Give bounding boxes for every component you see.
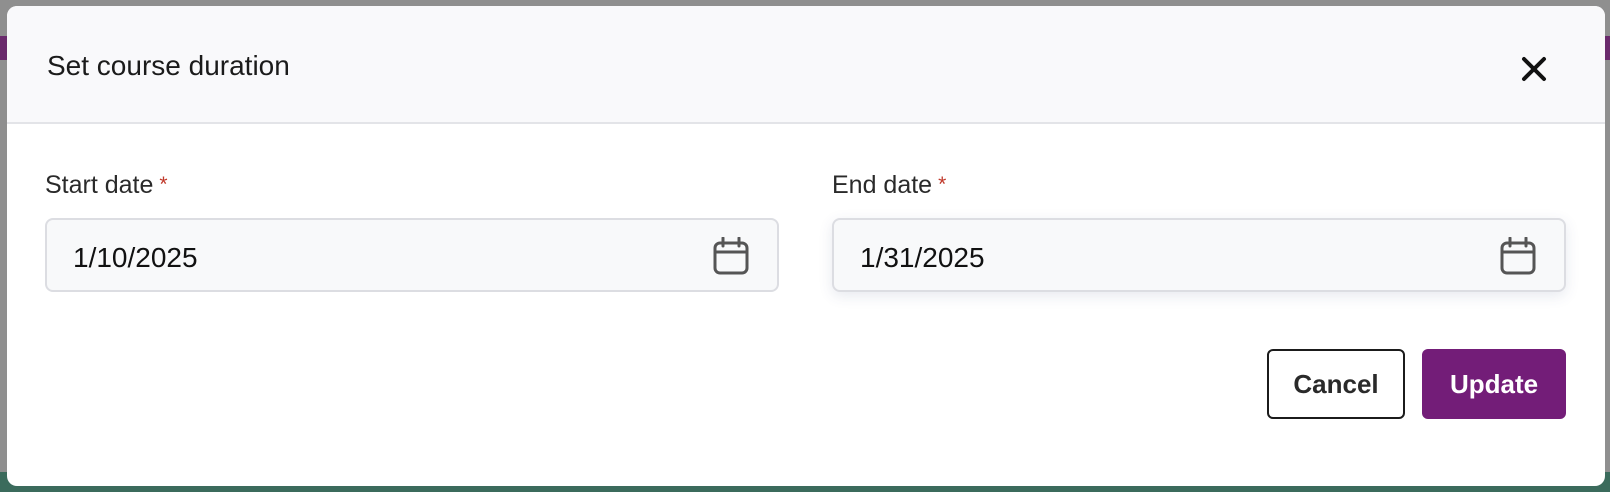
dialog-title: Set course duration	[47, 50, 290, 81]
end-date-input[interactable]: 1/31/2025	[832, 218, 1566, 292]
close-button[interactable]	[1515, 50, 1553, 88]
end-date-field: End date * 1/31/2025	[832, 171, 1566, 292]
update-button[interactable]: Update	[1422, 349, 1566, 419]
start-date-value: 1/10/2025	[73, 242, 198, 273]
required-marker: *	[938, 173, 947, 196]
required-marker: *	[159, 173, 168, 196]
start-date-label: Start date	[45, 171, 154, 199]
close-icon	[1522, 57, 1546, 81]
cancel-button[interactable]: Cancel	[1267, 349, 1405, 419]
calendar-icon[interactable]	[713, 237, 749, 275]
end-date-label-row: End date *	[832, 171, 1566, 200]
start-date-input[interactable]: 1/10/2025	[45, 218, 779, 292]
start-date-label-row: Start date *	[45, 171, 779, 200]
course-duration-dialog: Set course duration Start date * 1/10/202…	[7, 6, 1605, 486]
end-date-label: End date	[832, 171, 933, 199]
dialog-header: Set course duration	[7, 6, 1605, 124]
start-date-field: Start date * 1/10/2025	[45, 171, 779, 292]
end-date-value: 1/31/2025	[860, 242, 985, 273]
calendar-icon[interactable]	[1500, 237, 1536, 275]
